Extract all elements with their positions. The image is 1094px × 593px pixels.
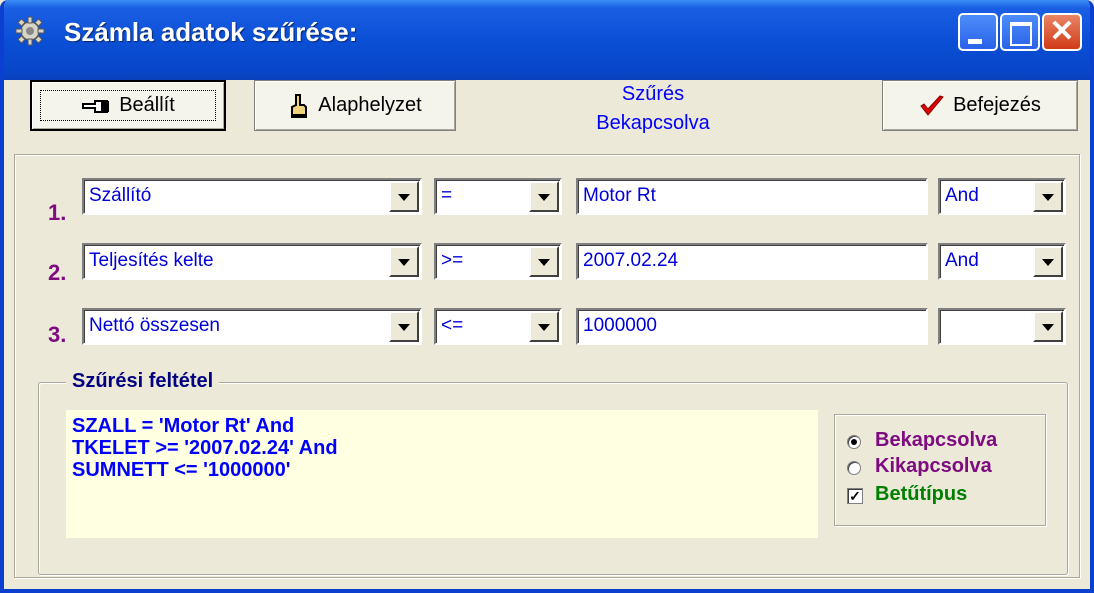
chevron-down-icon[interactable] [529,246,559,277]
value-input-1-text: Motor Rt [583,185,656,206]
expression-line: SUMNETT <= '1000000' [72,459,291,481]
expression-line: TKELET >= '2007.02.24' And [72,437,338,459]
field-select-2[interactable]: Teljesítés kelte [82,243,422,280]
options-group: Bekapcsolva Kikapcsolva ✓ Betűtípus [834,414,1046,526]
logic-select-2[interactable]: And [938,243,1066,280]
field-select-3[interactable]: Nettó összesen [82,308,422,345]
chevron-down-icon[interactable] [389,311,419,342]
filter-status: Szűrés Bekapcsolva [563,80,743,138]
value-input-2-text: 2007.02.24 [583,250,679,271]
reset-button[interactable]: Alaphelyzet [254,80,456,131]
logic-select-3[interactable] [938,308,1066,345]
row-number-2: 2. [48,260,67,285]
value-input-3[interactable]: 1000000 [576,308,928,345]
focus-rectangle [40,90,216,121]
radio-off[interactable] [847,461,861,475]
logic-select-1[interactable]: And [938,178,1066,215]
title-bar[interactable]: Számla adatok szűrése: ✕ [4,0,1090,80]
filter-dialog: Számla adatok szűrése: ✕ Beállít Alaphel… [0,0,1094,593]
filter-status-title: Szűrés [621,83,685,105]
close-button[interactable]: ✕ [1042,13,1082,51]
value-input-2[interactable]: 2007.02.24 [576,243,928,280]
finish-button-label: Befejezés [953,94,1041,116]
row-number-3: 3. [48,322,67,347]
set-button[interactable]: Beállít [30,80,226,131]
checkmark-icon [920,94,944,116]
font-checkbox[interactable]: ✓ [847,488,863,504]
operator-select-3[interactable]: <= [434,308,562,345]
chevron-down-icon[interactable] [389,181,419,212]
field-select-1-value: Szállító [89,185,152,206]
field-select-1[interactable]: Szállító [82,178,422,215]
hand-icon [291,93,308,118]
condition-expression: SZALL = 'Motor Rt' And TKELET >= '2007.0… [66,410,818,538]
chevron-down-icon[interactable] [1033,181,1063,212]
value-input-3-text: 1000000 [583,315,657,336]
maximize-button[interactable] [1000,13,1040,51]
logic-select-1-value: And [945,185,979,206]
value-input-1[interactable]: Motor Rt [576,178,928,215]
operator-select-2[interactable]: >= [434,243,562,280]
field-select-3-value: Nettó összesen [89,315,220,336]
finish-button[interactable]: Befejezés [882,80,1078,131]
chevron-down-icon[interactable] [529,311,559,342]
operator-select-1[interactable]: = [434,178,562,215]
radio-off-label[interactable]: Kikapcsolva [875,455,992,478]
chevron-down-icon[interactable] [529,181,559,212]
window-title: Számla adatok szűrése: [64,17,358,47]
operator-select-2-value: >= [441,250,464,271]
font-checkbox-label[interactable]: Betűtípus [875,483,967,506]
chevron-down-icon[interactable] [1033,246,1063,277]
operator-select-3-value: <= [441,315,464,336]
minimize-button[interactable] [958,13,998,51]
radio-on[interactable] [847,435,861,449]
chevron-down-icon[interactable] [389,246,419,277]
operator-select-1-value: = [441,185,453,206]
gear-icon [15,16,45,46]
reset-button-label: Alaphelyzet [318,94,422,116]
chevron-down-icon[interactable] [1033,311,1063,342]
radio-on-label[interactable]: Bekapcsolva [875,429,997,452]
filter-status-value: Bekapcsolva [596,112,710,134]
row-number-1: 1. [48,200,67,225]
expression-line: SZALL = 'Motor Rt' And [72,415,295,437]
logic-select-2-value: And [945,250,979,271]
field-select-2-value: Teljesítés kelte [89,250,214,271]
condition-group-title: Szűrési feltétel [66,370,220,393]
